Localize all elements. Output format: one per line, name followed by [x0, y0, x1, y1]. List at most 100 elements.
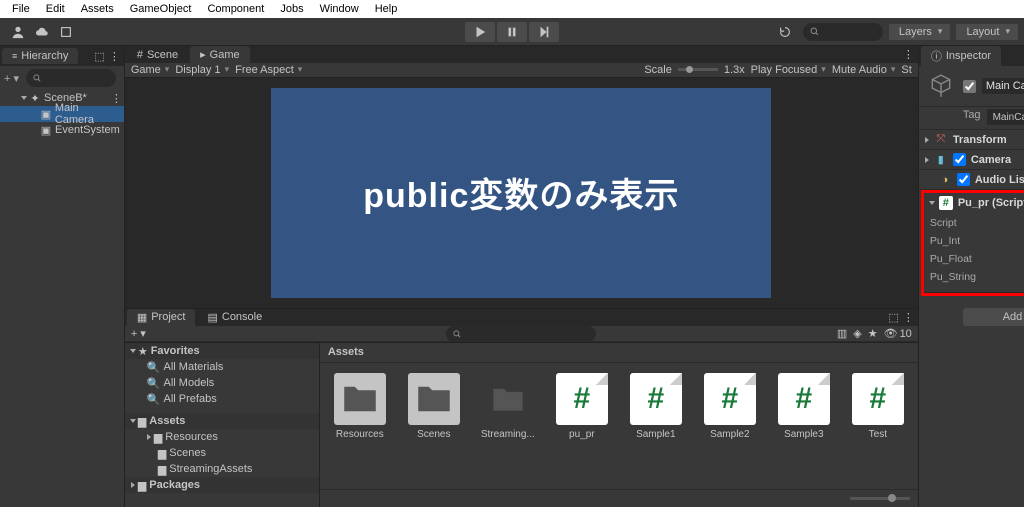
account-icon[interactable] [6, 22, 30, 42]
transform-component: ⤧ Transform ❔ ⇄ ⋮ [919, 130, 1024, 150]
hierarchy-menu-icon[interactable]: ⋮ [109, 50, 118, 63]
console-tab[interactable]: ▤Console [197, 309, 272, 326]
pause-button[interactable] [497, 22, 527, 42]
fav-all-materials[interactable]: 🔍All Materials [125, 359, 319, 375]
project-menu-icon[interactable]: ⋮ [903, 311, 912, 324]
script-icon: # [939, 196, 953, 210]
fav-all-prefabs[interactable]: 🔍All Prefabs [125, 391, 319, 407]
audio-enabled-checkbox[interactable] [957, 173, 970, 186]
expand-icon[interactable] [925, 137, 929, 143]
menu-assets[interactable]: Assets [73, 2, 122, 16]
cloud-icon[interactable] [30, 22, 54, 42]
pu-int-row: Pu_Int 0 [930, 232, 1024, 250]
scale-value: 1.3x [724, 64, 745, 76]
audio-listener-component: ◑ Audio Listener ❔ ⇄ ⋮ [919, 170, 1024, 190]
assets-grid: Resources Scenes Streaming... #pu_pr #Sa… [320, 363, 918, 489]
camera-enabled-checkbox[interactable] [953, 153, 966, 166]
inspector-tab[interactable]: ⓘInspector [921, 46, 1001, 66]
assets-breadcrumb[interactable]: Assets [320, 343, 918, 363]
menu-help[interactable]: Help [367, 2, 406, 16]
game-tab[interactable]: ▸Game [190, 46, 250, 63]
aspect-dropdown[interactable]: Free Aspect [235, 64, 302, 76]
filter-type-icon[interactable]: ▥ [837, 327, 847, 340]
expand-icon[interactable] [925, 157, 929, 163]
filter-save-icon[interactable]: ★ [868, 327, 878, 340]
unity-icon: ✦ [29, 92, 41, 104]
project-tabbar: ▦Project ▤Console ⬚ ⋮ [125, 308, 918, 326]
hierarchy-tree: ✦ SceneB* ⋮ ▣ Main Camera ▣ EventSystem [0, 90, 124, 138]
assets-header[interactable]: ▆Assets [125, 413, 319, 429]
asset-sample3[interactable]: #Sample3 [776, 373, 832, 440]
pu-float-row: Pu_Float 0 [930, 250, 1024, 268]
scene-tab[interactable]: #Scene [127, 47, 188, 63]
packages-header[interactable]: ▆Packages [125, 477, 319, 493]
transform-header[interactable]: ⤧ Transform ❔ ⇄ ⋮ [919, 130, 1024, 149]
undo-history-icon[interactable] [773, 22, 797, 42]
layers-dropdown[interactable]: Layers [889, 24, 951, 40]
asset-streaming[interactable]: Streaming... [480, 373, 536, 440]
stats-toggle[interactable]: St [901, 64, 911, 76]
thumbnail-size-slider[interactable] [850, 497, 910, 500]
add-component-button[interactable]: Add Component [963, 308, 1024, 326]
script-field-row: Script pu_pr [930, 214, 1024, 232]
layout-dropdown[interactable]: Layout [956, 24, 1018, 40]
project-create-icon[interactable]: + ▾ [131, 327, 146, 340]
step-button[interactable] [529, 22, 559, 42]
menu-file[interactable]: File [4, 2, 38, 16]
scale-label: Scale [644, 64, 672, 76]
scale-slider[interactable] [678, 68, 718, 71]
mute-toggle[interactable]: Mute Audio [832, 64, 896, 76]
hierarchy-main-camera[interactable]: ▣ Main Camera [0, 106, 124, 122]
pupr-script-component: # Pu_pr (Script) ❔ ⇄ ⋮ Script pu_pr Pu_I… [924, 193, 1024, 293]
filter-label-icon[interactable]: ◈ [853, 327, 861, 340]
folder-resources[interactable]: ▆Resources [125, 429, 319, 445]
menu-window[interactable]: Window [312, 2, 367, 16]
project-toolbar: + ▾ ▥ ◈ ★ 👁10 [125, 326, 918, 343]
folder-streaming[interactable]: ▆StreamingAssets [125, 461, 319, 477]
asset-pu-pr[interactable]: #pu_pr [554, 373, 610, 440]
lock-icon[interactable]: ⬚ [94, 50, 104, 63]
inspector-tabbar: ⓘInspector ⬚ ⋮ [919, 46, 1024, 66]
audio-listener-header[interactable]: ◑ Audio Listener ❔ ⇄ ⋮ [919, 170, 1024, 189]
asset-sample2[interactable]: #Sample2 [702, 373, 758, 440]
global-search[interactable] [803, 23, 883, 41]
hierarchy-tab[interactable]: ≡Hierarchy [2, 48, 78, 64]
camera-header[interactable]: ▮ Camera ❔ ⇄ ⋮ [919, 150, 1024, 169]
menu-gameobject[interactable]: GameObject [122, 2, 200, 16]
asset-test[interactable]: #Test [850, 373, 906, 440]
hierarchy-event-system[interactable]: ▣ EventSystem [0, 122, 124, 138]
hierarchy-search[interactable] [26, 69, 116, 87]
fav-all-models[interactable]: 🔍All Models [125, 375, 319, 391]
create-dropdown-icon[interactable]: + ▾ [4, 72, 19, 85]
gameobject-cube-icon[interactable] [925, 70, 957, 102]
project-lock-icon[interactable]: ⬚ [888, 311, 898, 324]
transform-icon: ⤧ [934, 133, 948, 147]
display-dropdown[interactable]: Display 1 [175, 64, 229, 76]
gameobject-active-checkbox[interactable] [963, 80, 976, 93]
audio-icon: ◑ [938, 173, 952, 187]
asset-scenes[interactable]: Scenes [406, 373, 462, 440]
folder-scenes[interactable]: ▆Scenes [125, 445, 319, 461]
play-button[interactable] [465, 22, 495, 42]
menu-component[interactable]: Component [199, 2, 272, 16]
project-footer [320, 489, 918, 507]
favorites-header[interactable]: ★Favorites [125, 343, 319, 359]
play-focused-dropdown[interactable]: Play Focused [751, 64, 826, 76]
expand-icon[interactable] [21, 96, 27, 100]
center-menu-icon[interactable]: ⋮ [903, 48, 912, 61]
hidden-count[interactable]: 👁10 [884, 327, 912, 340]
asset-resources[interactable]: Resources [332, 373, 388, 440]
tag-dropdown[interactable]: MainCamera [987, 109, 1024, 125]
gameobject-name-field[interactable]: Main Camera [982, 78, 1024, 94]
camera-icon: ▣ [40, 108, 52, 120]
package-icon[interactable] [54, 22, 78, 42]
pupr-header[interactable]: # Pu_pr (Script) ❔ ⇄ ⋮ [924, 193, 1024, 212]
asset-sample1[interactable]: #Sample1 [628, 373, 684, 440]
tag-label: Tag [963, 109, 981, 125]
menu-jobs[interactable]: Jobs [272, 2, 311, 16]
game-dropdown[interactable]: Game [131, 64, 170, 76]
menu-edit[interactable]: Edit [38, 2, 73, 16]
project-search[interactable] [446, 326, 596, 342]
project-tab[interactable]: ▦Project [127, 309, 196, 326]
expand-icon[interactable] [929, 201, 935, 205]
